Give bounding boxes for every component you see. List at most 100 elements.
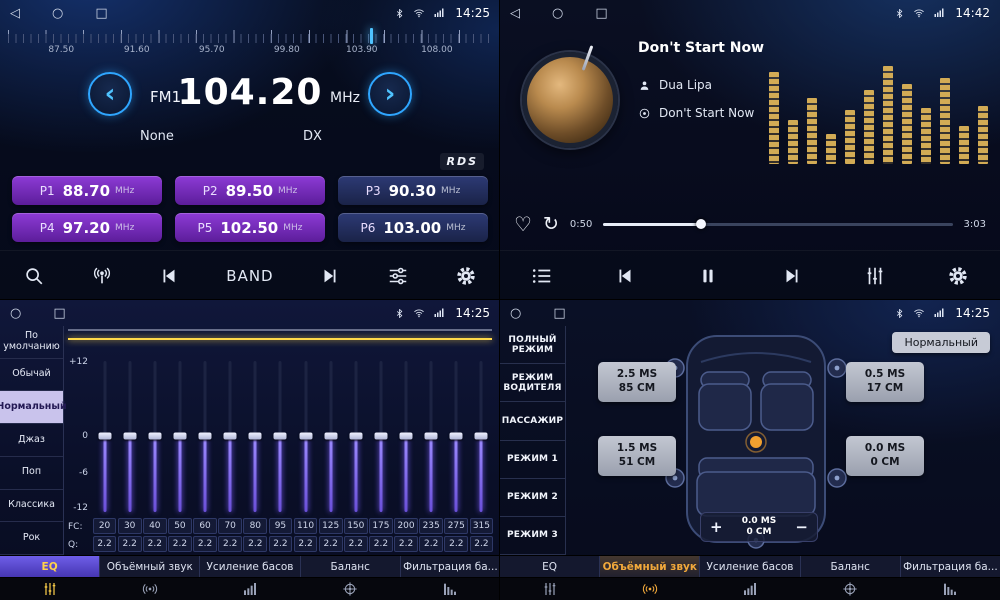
slider-knob[interactable] xyxy=(148,432,161,439)
rear-left-delay-button[interactable]: 1.5 MS 51 CM xyxy=(598,436,676,476)
listening-mode-item[interactable]: ПАССАЖИР xyxy=(500,402,565,440)
settings-gear-button[interactable] xyxy=(947,265,969,287)
preset-button[interactable]: P5 102.50 MHz xyxy=(175,213,325,242)
equalizer-button[interactable] xyxy=(864,265,886,287)
audio-tab[interactable]: Усиление басов xyxy=(199,556,299,577)
surround-tab-icon[interactable] xyxy=(600,578,700,600)
eq-tab-icon[interactable] xyxy=(0,578,100,600)
home-icon[interactable]: ○ xyxy=(510,307,521,320)
audio-tab[interactable]: Фильтрация ба... xyxy=(900,556,1000,577)
listening-mode-item[interactable]: ПОЛНЫЙ РЕЖИМ xyxy=(500,326,565,364)
eq-band-slider[interactable] xyxy=(419,345,444,516)
broadcast-button[interactable] xyxy=(91,265,113,287)
audio-tab[interactable]: EQ xyxy=(500,556,599,577)
eq-preset-item[interactable]: По умолчанию xyxy=(0,326,63,359)
recents-icon[interactable]: □ xyxy=(553,307,565,320)
listening-mode-item[interactable]: РЕЖИМ ВОДИТЕЛЯ xyxy=(500,364,565,402)
slider-knob[interactable] xyxy=(324,432,337,439)
seek-bar-knob[interactable] xyxy=(696,219,706,229)
preset-button[interactable]: P2 89.50 MHz xyxy=(175,176,325,205)
eq-preset-item[interactable]: Классика xyxy=(0,490,63,523)
eq-preset-item[interactable]: Рок xyxy=(0,522,63,555)
eq-band-slider[interactable] xyxy=(218,345,243,516)
eq-band-slider[interactable] xyxy=(293,345,318,516)
slider-knob[interactable] xyxy=(299,432,312,439)
slider-knob[interactable] xyxy=(98,432,111,439)
eq-preset-item[interactable]: Обычай xyxy=(0,359,63,392)
previous-track-button[interactable] xyxy=(614,265,636,287)
eq-preset-item[interactable]: Поп xyxy=(0,457,63,490)
home-icon[interactable]: ○ xyxy=(52,7,63,20)
preset-button[interactable]: P4 97.20 MHz xyxy=(12,213,162,242)
audio-tab[interactable]: Баланс xyxy=(300,556,400,577)
eq-tab-icon[interactable] xyxy=(500,578,600,600)
scan-button[interactable] xyxy=(23,265,45,287)
surround-tab-icon[interactable] xyxy=(100,578,200,600)
listening-mode-item[interactable]: РЕЖИМ 1 xyxy=(500,441,565,479)
seek-down-button[interactable]: ‹ xyxy=(88,72,132,116)
slider-knob[interactable] xyxy=(349,432,362,439)
audio-tab[interactable]: Фильтрация ба... xyxy=(400,556,500,577)
eq-band-slider[interactable] xyxy=(193,345,218,516)
tune-sliders-button[interactable] xyxy=(387,265,409,287)
seek-up-button[interactable]: › xyxy=(368,72,412,116)
frequency-ruler[interactable]: 87.5091.60 95.7099.80 103.90108.00 xyxy=(0,28,500,64)
front-left-delay-button[interactable]: 2.5 MS 85 CM xyxy=(598,362,676,402)
preset-button[interactable]: P1 88.70 MHz xyxy=(12,176,162,205)
listening-mode-item[interactable]: РЕЖИМ 3 xyxy=(500,517,565,555)
eq-band-slider[interactable] xyxy=(268,345,293,516)
recents-icon[interactable]: □ xyxy=(53,307,65,320)
balance-tab-icon[interactable] xyxy=(300,578,400,600)
eq-band-slider[interactable] xyxy=(243,345,268,516)
settings-gear-button[interactable] xyxy=(455,265,477,287)
slider-knob[interactable] xyxy=(199,432,212,439)
previous-station-button[interactable] xyxy=(158,265,180,287)
eq-band-slider[interactable] xyxy=(142,345,167,516)
eq-band-slider[interactable] xyxy=(469,345,494,516)
slider-knob[interactable] xyxy=(450,432,463,439)
audio-tab[interactable]: Баланс xyxy=(800,556,900,577)
slider-knob[interactable] xyxy=(123,432,136,439)
next-station-button[interactable] xyxy=(319,265,341,287)
slider-knob[interactable] xyxy=(400,432,413,439)
listening-mode-item[interactable]: РЕЖИМ 2 xyxy=(500,479,565,517)
eq-band-slider[interactable] xyxy=(318,345,343,516)
filter-tab-icon[interactable] xyxy=(900,578,1000,600)
slider-knob[interactable] xyxy=(374,432,387,439)
home-icon[interactable]: ○ xyxy=(10,307,21,320)
recents-icon[interactable]: □ xyxy=(595,7,607,20)
eq-band-slider[interactable] xyxy=(92,345,117,516)
preset-button[interactable]: P6 103.00 MHz xyxy=(338,213,488,242)
bass-boost-tab-icon[interactable] xyxy=(700,578,800,600)
recents-icon[interactable]: □ xyxy=(95,7,107,20)
slider-knob[interactable] xyxy=(173,432,186,439)
eq-band-slider[interactable] xyxy=(368,345,393,516)
slider-knob[interactable] xyxy=(224,432,237,439)
audio-tab[interactable]: Объёмный звук xyxy=(99,556,199,577)
rear-right-delay-button[interactable]: 0.0 MS 0 CM xyxy=(846,436,924,476)
back-icon[interactable]: ◁ xyxy=(10,7,20,20)
preset-button[interactable]: P3 90.30 MHz xyxy=(338,176,488,205)
favorite-heart-button[interactable]: ♡ xyxy=(514,212,532,236)
audio-tab[interactable]: Усиление басов xyxy=(699,556,799,577)
eq-band-slider[interactable] xyxy=(117,345,142,516)
audio-tab[interactable]: Объёмный звук xyxy=(599,556,699,577)
next-track-button[interactable] xyxy=(781,265,803,287)
slider-knob[interactable] xyxy=(425,432,438,439)
pause-button[interactable] xyxy=(697,265,719,287)
seek-bar[interactable] xyxy=(603,223,952,226)
sound-profile-button[interactable]: Нормальный xyxy=(892,332,990,353)
eq-band-slider[interactable] xyxy=(343,345,368,516)
slider-knob[interactable] xyxy=(274,432,287,439)
filter-tab-icon[interactable] xyxy=(400,578,500,600)
eq-preset-item[interactable]: Нормальный xyxy=(0,391,63,424)
eq-band-slider[interactable] xyxy=(167,345,192,516)
slider-knob[interactable] xyxy=(249,432,262,439)
balance-tab-icon[interactable] xyxy=(800,578,900,600)
audio-tab[interactable]: EQ xyxy=(0,556,99,577)
bass-boost-tab-icon[interactable] xyxy=(200,578,300,600)
eq-band-slider[interactable] xyxy=(394,345,419,516)
increase-delay-button[interactable]: + xyxy=(710,520,723,535)
repeat-button[interactable]: ↻ xyxy=(543,213,559,235)
slider-knob[interactable] xyxy=(475,432,488,439)
